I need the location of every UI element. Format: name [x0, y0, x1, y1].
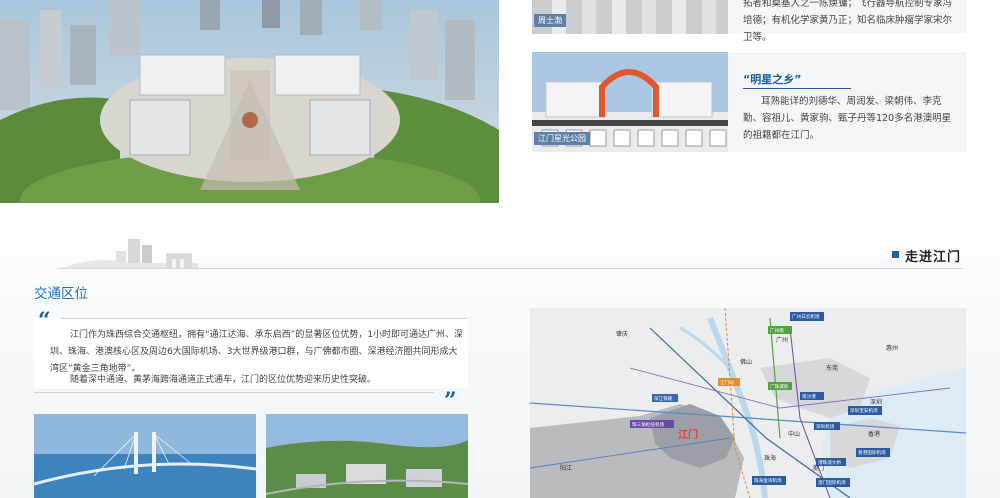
- city-label-hongkong: 香港: [868, 430, 880, 438]
- city-label-yangjiang: 阳江: [560, 464, 572, 472]
- city-label-zhongshan: 中山: [788, 430, 800, 438]
- stars-title: “明星之乡”: [743, 73, 802, 86]
- convention-center-aerial-photo: [0, 0, 499, 203]
- route-tag-7: 港珠澳大桥: [818, 459, 841, 466]
- city-label-dongguan: 东莞: [826, 364, 838, 372]
- quote-top-rule: [60, 318, 468, 319]
- city-label-zhuhai: 珠海: [764, 454, 776, 462]
- route-tag-2: 广珠城际: [770, 383, 789, 390]
- traffic-map: 肇庆 佛山 广州 惠州 东莞 深圳 中山 香港 珠海 澳门 阳江 江门 广州白云…: [530, 308, 966, 498]
- city-aerial-photo: [266, 414, 468, 498]
- city-label-huizhou: 惠州: [886, 344, 898, 352]
- stars-description: 耳熟能详的刘德华、周润发、梁朝伟、李克勤、容祖儿、黄家驹、甄子丹等120多名港澳…: [743, 96, 952, 141]
- title-underline: [743, 88, 851, 89]
- jiangmen-label: 江门: [678, 428, 698, 441]
- route-tag-3: 南沙港: [802, 393, 816, 400]
- route-tag-1: 深江铁路: [654, 395, 673, 402]
- bridge-photo: [34, 414, 256, 498]
- talent-card-stars: 江门星光公园 “明星之乡” 耳熟能详的刘德华、周润发、梁朝伟、李克勤、容祖儿、黄…: [532, 52, 967, 152]
- intro-paragraph-1: 江门作为珠西综合交通枢纽，拥有“通江达海、承东启西”的显著区位优势，1小时即可通…: [50, 330, 464, 374]
- city-label-shenzhen: 深圳: [870, 398, 882, 406]
- quote-bottom-rule: [34, 392, 434, 393]
- talent-card-scientists: 周士渤 拓者和奠基人之一陈焕镛；飞行器导航控制专家冯培德；有机化学家黄乃正；知名…: [532, 0, 967, 43]
- route-tag-5: 江门站: [720, 379, 734, 386]
- route-tag-6: 深圳机场: [816, 423, 835, 430]
- airport-tag-shenzhen: 深圳宝安机场: [850, 407, 878, 414]
- scientist-photo: 周士渤: [532, 0, 728, 34]
- route-tag-0: 广州南: [770, 327, 784, 334]
- city-label-foshan: 佛山: [740, 358, 752, 366]
- skyline-decoration: [58, 233, 198, 269]
- scientists-description: 拓者和奠基人之一陈焕镛；飞行器导航控制专家冯培德；有机化学家黄乃正；知名临床肿瘤…: [743, 0, 953, 43]
- route-tag-4: 珠三角枢纽机场: [632, 421, 665, 428]
- airport-tag-hongkong: 香港国际机场: [858, 449, 886, 456]
- section-divider: [58, 268, 963, 269]
- city-label-guangzhou: 广州: [776, 336, 788, 344]
- city-label-zhaoqing: 肇庆: [616, 330, 628, 338]
- star-park-photo: 江门星光公园: [532, 52, 728, 152]
- section-title: 走进江门: [905, 250, 962, 265]
- airport-tag-zhuhai: 珠海金湾机场: [754, 477, 782, 484]
- airport-tag-guangzhou: 广州白云机场: [792, 313, 820, 320]
- intro-paragraph-2: 随着深中通道、黄茅海跨海通道正式通车，江门的区位优势迎来历史性突破。: [70, 375, 377, 385]
- photo-caption-tag: 周士渤: [534, 14, 566, 27]
- traffic-location-heading: 交通区位: [34, 286, 88, 302]
- photo-caption-tag: 江门星光公园: [534, 132, 590, 145]
- section-title-marker: [892, 251, 899, 258]
- quote-close-icon: ”: [444, 388, 457, 414]
- airport-tag-macau: 澳门国际机场: [818, 479, 846, 486]
- quote-open-icon: “: [38, 308, 51, 334]
